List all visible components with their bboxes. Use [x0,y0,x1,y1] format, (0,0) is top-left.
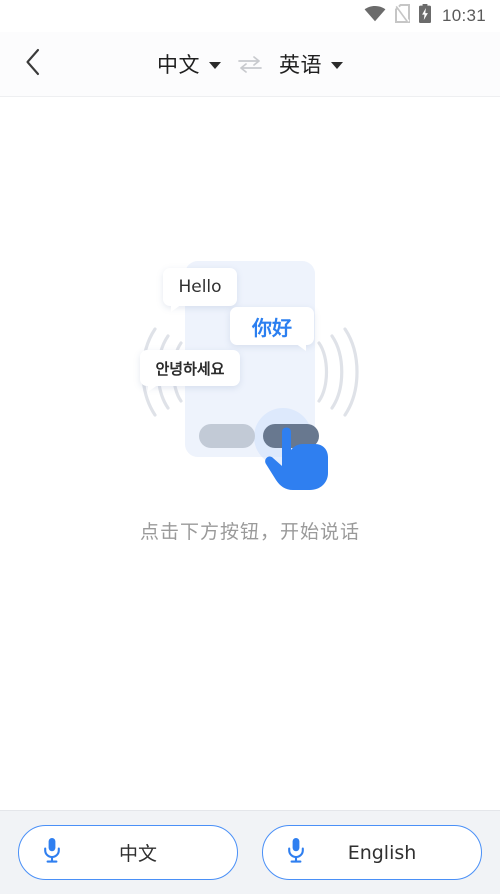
mic-button-target[interactable]: English [262,825,482,880]
microphone-icon [43,837,61,868]
microphone-icon [287,837,305,868]
wifi-icon [364,5,386,27]
language-switcher: 中文 英语 [0,45,500,83]
speech-bubble-source: Hello [163,268,237,312]
status-bar: 10:31 [0,0,500,32]
speech-bubble-text: Hello [178,277,222,297]
main-content: Hello 你好 안녕하세요 点击下方按钮，开始说话 [0,97,500,810]
illustration-pill-left [199,424,255,448]
app-header: 中文 英语 [0,32,500,97]
no-sim-icon [394,4,410,28]
caret-down-icon [331,61,343,69]
swap-horizontal-icon[interactable] [237,54,263,74]
mic-button-label: 中文 [118,843,157,865]
bottom-action-bar: 中文 English [0,810,500,894]
source-language-label: 中文 [157,53,200,77]
source-language-selector[interactable]: 中文 [151,45,227,83]
hint-text: 点击下方按钮，开始说话 [139,521,360,543]
speech-translate-illustration: Hello 你好 안녕하세요 [130,259,370,494]
caret-down-icon [209,61,221,69]
speech-bubble-translation: 你好 [230,307,314,351]
target-language-label: 英语 [279,53,322,77]
mic-button-source[interactable]: 中文 [18,825,238,880]
status-bar-clock: 10:31 [441,6,486,25]
battery-charging-icon [418,4,431,28]
speech-bubble-alt: 안녕하세요 [140,350,240,392]
speech-bubble-text: 你好 [252,315,292,340]
speech-bubble-text: 안녕하세요 [155,359,225,378]
app-screen: 10:31 中文 英语 Hello 你好 안녕하세요 点击下方按钮，开始说话 中… [0,0,500,894]
mic-button-label: English [347,841,417,864]
target-language-selector[interactable]: 英语 [273,45,349,83]
